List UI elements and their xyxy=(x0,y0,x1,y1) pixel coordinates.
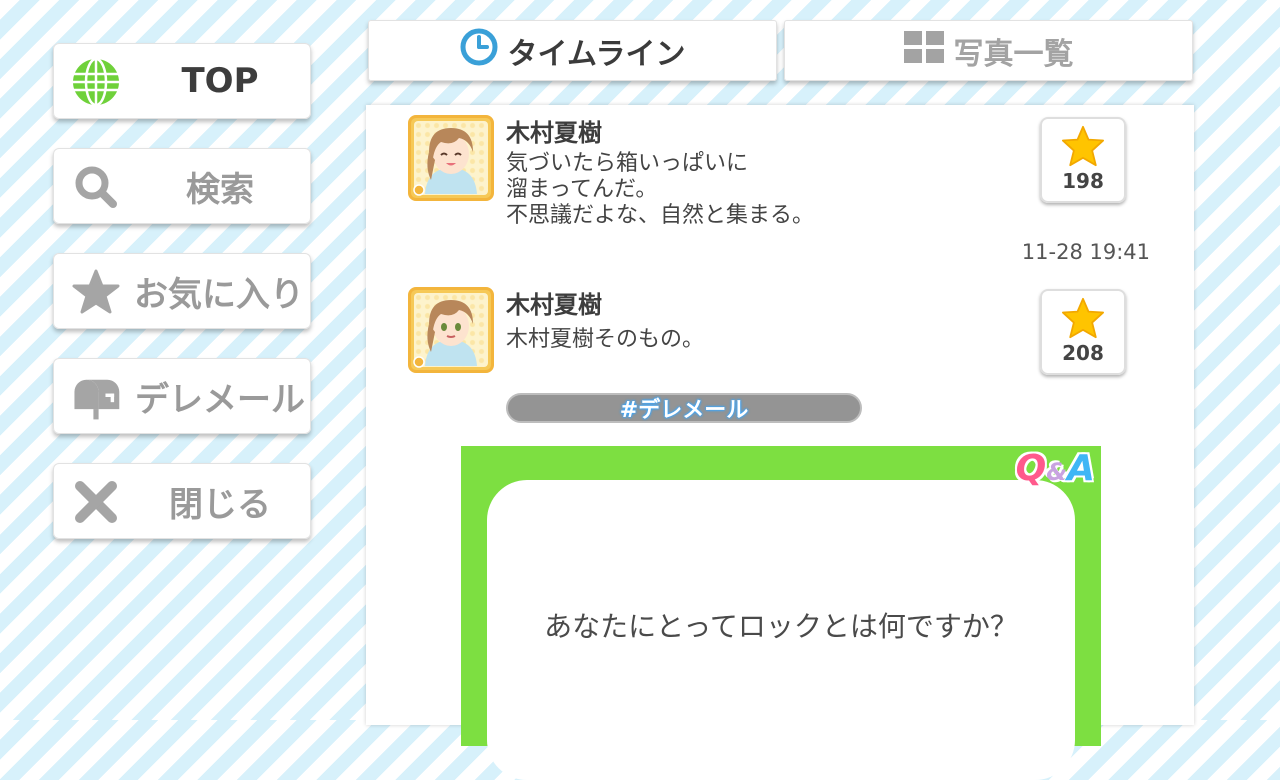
post-message: 木村夏樹そのもの。 xyxy=(506,327,705,352)
favorite-button[interactable]: 198 xyxy=(1040,117,1126,203)
search-icon xyxy=(71,162,121,212)
close-icon xyxy=(71,477,121,527)
qa-question: あなたにとってロックとは何ですか？ xyxy=(544,610,1018,643)
qa-logo: Q&A xyxy=(1015,448,1095,489)
sidebar-item-close[interactable]: 閉じる xyxy=(53,463,311,539)
sidebar-item-label: 検索 xyxy=(186,169,254,210)
sidebar-item-label: お気に入り xyxy=(134,274,304,315)
sidebar-item-label: 閉じる xyxy=(169,484,271,525)
post-timestamp: 11-28 19:41 xyxy=(1021,240,1150,264)
globe-icon xyxy=(71,57,121,107)
sidebar-item-search[interactable]: 検索 xyxy=(53,148,311,224)
star-icon xyxy=(1062,297,1104,339)
qa-image[interactable]: あなたにとってロックとは何ですか？ Q&A xyxy=(461,446,1101,780)
tab-timeline[interactable]: タイムライン xyxy=(368,20,777,81)
avatar[interactable] xyxy=(408,115,494,201)
sidebar-item-deremail[interactable]: デレメール xyxy=(53,358,311,434)
hashtag-button[interactable]: #デレメール xyxy=(506,393,862,423)
like-count: 198 xyxy=(1062,169,1104,193)
timeline-panel: 木村夏樹 気づいたら箱いっぱいに 溜まってんだ。 不思議だよな、自然と集まる。 … xyxy=(366,105,1194,780)
clock-icon xyxy=(460,28,498,74)
sidebar-item-favorites[interactable]: お気に入り xyxy=(53,253,311,329)
post-message: 気づいたら箱いっぱいに 溜まってんだ。 不思議だよな、自然と集まる。 xyxy=(506,151,815,228)
tab-label: 写真一覧 xyxy=(953,36,1074,72)
favorite-button[interactable]: 208 xyxy=(1040,289,1126,375)
sidebar-item-label: TOP xyxy=(181,61,259,101)
post-author: 木村夏樹 xyxy=(506,119,602,147)
avatar[interactable] xyxy=(408,287,494,373)
hashtag-label: #デレメール xyxy=(619,398,749,423)
mailbox-icon xyxy=(71,372,121,422)
sidebar-item-top[interactable]: TOP xyxy=(53,43,311,119)
sidebar-item-label: デレメール xyxy=(135,379,305,420)
qa-card: あなたにとってロックとは何ですか？ xyxy=(487,480,1075,780)
like-count: 208 xyxy=(1062,341,1104,365)
tab-label: タイムライン xyxy=(507,36,686,72)
tab-photo-list[interactable]: 写真一覧 xyxy=(784,20,1193,81)
star-icon xyxy=(71,267,121,317)
star-icon xyxy=(1062,125,1104,167)
post-author: 木村夏樹 xyxy=(506,291,602,319)
grid-icon xyxy=(903,30,944,71)
